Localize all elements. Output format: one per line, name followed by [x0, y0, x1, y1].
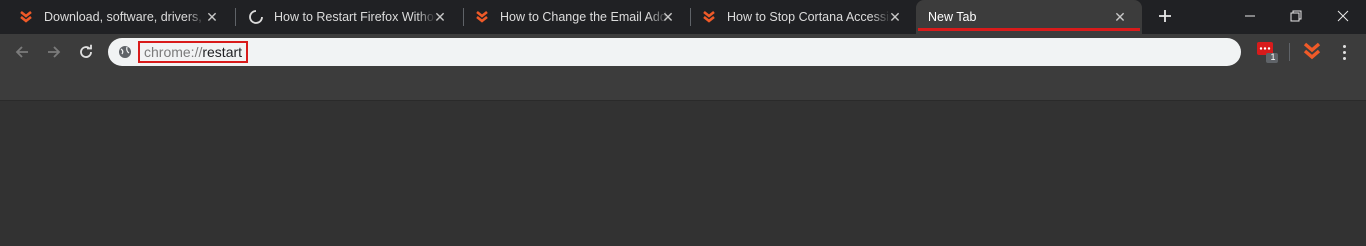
url-scheme: chrome:// — [144, 44, 203, 60]
brand-chevron-icon — [701, 9, 717, 25]
tab-title: How to Change the Email Address — [500, 10, 668, 24]
new-tab-button[interactable] — [1152, 5, 1178, 29]
plus-icon — [1159, 10, 1171, 22]
close-tab-icon[interactable]: ✕ — [887, 9, 903, 25]
tab-stop-cortana[interactable]: How to Stop Cortana Accessing ✕ — [691, 0, 917, 34]
reload-icon — [80, 44, 92, 58]
globe-icon — [119, 46, 131, 58]
close-window-button[interactable] — [1320, 0, 1366, 32]
menu-kebab-button[interactable] — [1334, 42, 1354, 62]
close-tab-icon[interactable]: ✕ — [660, 9, 676, 25]
close-tab-icon[interactable]: ✕ — [1112, 9, 1128, 25]
restore-icon — [1290, 10, 1302, 22]
tab-title: How to Restart Firefox Without Losing Ta… — [274, 10, 436, 24]
forward-button[interactable] — [42, 41, 66, 63]
address-bar[interactable]: chrome:// restart — [108, 38, 1241, 66]
url-path: restart — [202, 44, 243, 60]
tab-title: New Tab — [928, 10, 977, 24]
close-icon — [1337, 10, 1349, 22]
url-highlight-box: chrome:// restart — [138, 41, 249, 63]
brand-chevron-icon — [18, 9, 34, 25]
page-content — [0, 101, 1366, 246]
loading-spinner-icon — [248, 9, 264, 25]
reload-button[interactable] — [74, 41, 98, 63]
close-tab-icon[interactable]: ✕ — [204, 9, 220, 25]
toolbar: chrome:// restart 1 — [0, 34, 1366, 70]
tab-title: How to Stop Cortana Accessing — [727, 10, 891, 24]
extension-red-icon-button[interactable]: 1 — [1256, 40, 1280, 64]
restore-button[interactable] — [1273, 0, 1319, 32]
tab-title: Download, software, drivers, games — [44, 10, 206, 24]
active-tab-highlight — [918, 28, 1140, 31]
tab-strip: Download, software, drivers, games ✕ How… — [0, 0, 1366, 34]
close-tab-icon[interactable]: ✕ — [432, 9, 448, 25]
back-button[interactable] — [10, 41, 34, 63]
tab-download-software[interactable]: Download, software, drivers, games ✕ — [0, 0, 234, 34]
tab-restart-firefox[interactable]: How to Restart Firefox Without Losing Ta… — [236, 0, 462, 34]
back-arrow-icon — [15, 46, 28, 58]
brand-extension-button[interactable] — [1300, 40, 1324, 64]
brand-chevron-icon — [474, 9, 490, 25]
extension-badge-count: 1 — [1270, 52, 1276, 62]
minimize-button[interactable] — [1227, 0, 1273, 32]
brand-chevron-icon — [1303, 42, 1321, 60]
toolbar-divider — [1289, 43, 1290, 61]
kebab-dot — [1342, 56, 1346, 60]
kebab-dot — [1342, 50, 1346, 54]
minimize-icon — [1245, 15, 1255, 17]
forward-arrow-icon — [48, 46, 61, 58]
kebab-dot — [1342, 44, 1346, 48]
tab-change-email[interactable]: How to Change the Email Address ✕ — [464, 0, 690, 34]
bookmark-bar — [0, 70, 1366, 101]
